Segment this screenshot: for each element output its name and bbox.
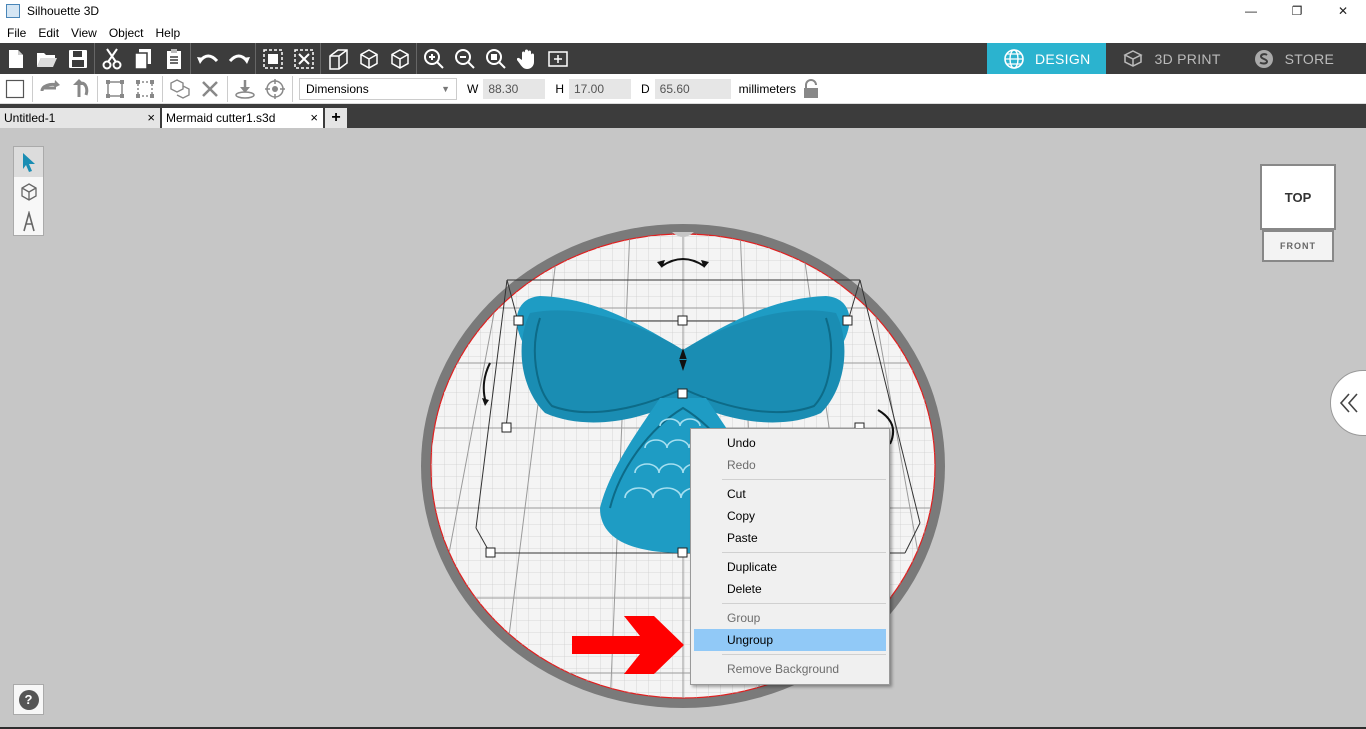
save-icon[interactable] [62, 43, 93, 74]
app-icon [6, 4, 20, 18]
tab-3d-print[interactable]: 3D PRINT [1106, 43, 1236, 74]
width-label: W [467, 81, 479, 96]
tab-untitled-1[interactable]: Untitled-1 × [0, 108, 160, 128]
menu-separator [722, 654, 886, 655]
shape-cube-icon[interactable] [14, 177, 43, 207]
properties-toolbar: Dimensions ▼ W 88.30 H 17.00 D 65.60 mil… [0, 74, 1366, 104]
lock-ratio-icon[interactable] [796, 74, 826, 104]
close-window-button[interactable]: ✕ [1320, 0, 1366, 22]
menu-item-delete[interactable]: Delete [694, 578, 886, 600]
tab-mermaid-cutter[interactable]: Mermaid cutter1.s3d × [162, 108, 323, 128]
zoom-in-icon[interactable] [418, 43, 449, 74]
depth-field[interactable]: 65.60 [654, 78, 731, 99]
center-icon[interactable] [260, 74, 290, 104]
tab-mermaid-cutter-label: Mermaid cutter1.s3d [166, 111, 276, 125]
menu-view[interactable]: View [64, 26, 102, 40]
3d-viewport[interactable]: ? TOP FRONT Undo Redo Cut Copy Paste Dup… [0, 128, 1366, 729]
help-button[interactable]: ? [13, 684, 44, 715]
menu-item-copy[interactable]: Copy [694, 505, 886, 527]
drop-to-floor-icon[interactable] [230, 74, 260, 104]
box-view-icon[interactable] [384, 43, 415, 74]
zoom-out-icon[interactable] [449, 43, 480, 74]
dimensions-dropdown[interactable]: Dimensions ▼ [299, 77, 457, 100]
tab-3d-print-label: 3D PRINT [1154, 50, 1221, 67]
height-label: H [555, 81, 564, 96]
double-chevron-left-icon [1339, 393, 1358, 413]
menu-item-undo[interactable]: Undo [694, 432, 886, 454]
tab-store[interactable]: STORE [1237, 43, 1350, 74]
ungroup-icon[interactable] [288, 43, 319, 74]
menu-file[interactable]: File [0, 26, 31, 40]
flip-vertical-icon[interactable] [65, 74, 95, 104]
menu-item-cut[interactable]: Cut [694, 483, 886, 505]
unit-label: millimeters [738, 81, 797, 96]
menu-item-ungroup[interactable]: Ungroup [694, 629, 886, 651]
move-icon[interactable] [542, 43, 573, 74]
restore-button[interactable]: ❐ [1274, 0, 1320, 22]
cube-view-icon[interactable] [353, 43, 384, 74]
window-title: Silhouette 3D [27, 4, 100, 18]
select-box-icon[interactable] [0, 74, 30, 104]
dimensions-dropdown-value: Dimensions [306, 81, 369, 96]
zoom-fit-icon[interactable] [480, 43, 511, 74]
tab-untitled-1-label: Untitled-1 [4, 111, 56, 125]
menu-bar: File Edit View Object Help [0, 22, 1366, 43]
add-tab-button[interactable]: + [325, 108, 347, 128]
width-field[interactable]: 88.30 [483, 78, 546, 99]
print-cube-icon [1123, 49, 1144, 67]
boxes-icon[interactable] [165, 74, 195, 104]
view-cube-front[interactable]: FRONT [1262, 230, 1334, 262]
select-arrow-icon[interactable] [14, 147, 43, 177]
view-cube[interactable]: TOP FRONT [1260, 164, 1336, 264]
menu-separator [722, 603, 886, 604]
menu-item-redo[interactable]: Redo [694, 454, 886, 476]
minimize-button[interactable]: — [1228, 0, 1274, 22]
redo-icon[interactable] [223, 43, 254, 74]
height-field[interactable]: 17.00 [569, 78, 631, 99]
tab-store-label: STORE [1284, 50, 1335, 67]
text-tool-icon[interactable] [14, 207, 43, 237]
window-controls: — ❐ ✕ [1228, 0, 1366, 22]
globe-icon [1004, 48, 1024, 69]
menu-help[interactable]: Help [149, 26, 186, 40]
red-pointer-arrow-icon [572, 616, 684, 674]
menu-item-duplicate[interactable]: Duplicate [694, 556, 886, 578]
help-icon: ? [18, 689, 39, 710]
view-cube-top[interactable]: TOP [1260, 164, 1336, 230]
new-file-icon[interactable] [0, 43, 31, 74]
pan-hand-icon[interactable] [511, 43, 542, 74]
copy-icon[interactable] [127, 43, 158, 74]
close-tab-icon[interactable]: × [310, 110, 318, 125]
tool-palette [13, 146, 44, 236]
menu-item-paste[interactable]: Paste [694, 527, 886, 549]
menu-item-group[interactable]: Group [694, 607, 886, 629]
main-toolbar: DESIGN 3D PRINT STORE [0, 43, 1366, 74]
tab-design-label: DESIGN [1035, 50, 1091, 67]
open-folder-icon[interactable] [31, 43, 62, 74]
undo-icon[interactable] [192, 43, 223, 74]
transform-icon[interactable] [130, 74, 160, 104]
paste-icon[interactable] [158, 43, 189, 74]
delete-x-icon[interactable] [195, 74, 225, 104]
menu-edit[interactable]: Edit [31, 26, 64, 40]
chevron-down-icon: ▼ [441, 83, 450, 94]
cut-icon[interactable] [96, 43, 127, 74]
menu-separator [722, 479, 886, 480]
tab-design[interactable]: DESIGN [987, 43, 1107, 74]
mode-tabs: DESIGN 3D PRINT STORE [987, 43, 1350, 74]
document-tabs: Untitled-1 × Mermaid cutter1.s3d × + [0, 104, 1366, 128]
align-icon[interactable] [100, 74, 130, 104]
menu-item-remove-background[interactable]: Remove Background [694, 658, 886, 680]
store-s-icon [1254, 49, 1273, 68]
title-bar: Silhouette 3D — ❐ ✕ [0, 0, 1366, 22]
close-tab-icon[interactable]: × [147, 110, 155, 125]
context-menu: Undo Redo Cut Copy Paste Duplicate Delet… [690, 428, 890, 685]
menu-object[interactable]: Object [102, 26, 149, 40]
menu-separator [722, 552, 886, 553]
depth-label: D [641, 81, 650, 96]
perspective-icon[interactable] [322, 43, 353, 74]
group-icon[interactable] [257, 43, 288, 74]
flip-horizontal-icon[interactable] [35, 74, 65, 104]
